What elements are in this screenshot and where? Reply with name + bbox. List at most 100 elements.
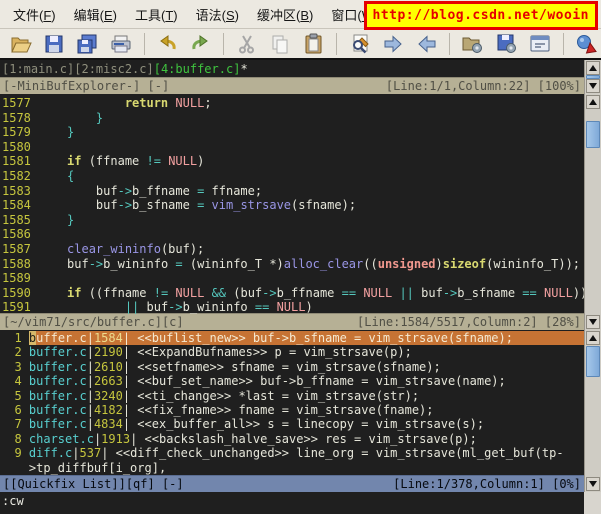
- cut-icon: [235, 32, 259, 56]
- quickfix-list[interactable]: 1 buffer.c|1584| <<buflist_new>> buf->b_…: [0, 330, 584, 475]
- scrollbar-gutter-filler: [584, 492, 601, 514]
- run-script-button[interactable]: [525, 30, 554, 57]
- toolbar-separator: [563, 33, 564, 55]
- minibuf-statusline-left: [-MiniBufExplorer-] [-]: [3, 78, 169, 94]
- print-button[interactable]: [106, 30, 135, 57]
- find-replace-icon: [348, 32, 372, 56]
- quickfix-pane: 1 buffer.c|1584| <<buflist_new>> buf->b_…: [0, 330, 601, 492]
- minibuf-statusline-right: [Line:1/1,Column:22] [100%]: [386, 78, 581, 94]
- quickfix-line[interactable]: 2 buffer.c|2190| <<ExpandBufnames>> p = …: [0, 345, 584, 359]
- arrow-down-icon: [589, 319, 597, 325]
- scrollbar-thumb[interactable]: [586, 346, 600, 377]
- code-text-area[interactable]: 1577 return NULL;1578 }1579 }15801581 if…: [0, 94, 584, 313]
- code-line: 1589: [2, 271, 584, 286]
- url-annotation: http://blog.csdn.net/wooin: [364, 1, 599, 30]
- quickfix-line[interactable]: >tp_diffbuf[i_org],: [0, 461, 584, 475]
- arrow-up-icon: [589, 335, 597, 341]
- cut-button: [232, 30, 261, 57]
- minibuf-scrollbar[interactable]: [584, 60, 601, 94]
- arrow-down-icon: [589, 83, 597, 89]
- scrollbar-thumb[interactable]: [586, 121, 600, 148]
- session-load-icon: [461, 32, 485, 56]
- minibuf-buffer-list[interactable]: [1:main.c][2:misc2.c][4:buffer.c]*: [0, 60, 584, 77]
- code-line: 1590 if ((ffname != NULL && (buf->b_ffna…: [2, 286, 584, 301]
- quickfix-line[interactable]: 6 buffer.c|4182| <<fix_fname>> fname = v…: [0, 403, 584, 417]
- menu-bar: 文件(F)编辑(E)工具(T)语法(S)缓冲区(B)窗口(W)C/C+ http…: [0, 0, 601, 29]
- help-button[interactable]: [572, 30, 601, 57]
- quickfix-line[interactable]: 8 charset.c|1913| <<backslash_halve_save…: [0, 432, 584, 446]
- code-statusline-right: [Line:1584/5517,Column:2] [28%]: [357, 314, 581, 330]
- code-line: 1579 }: [2, 125, 584, 140]
- quickfix-statusline-right: [Line:1/378,Column:1] [0%]: [393, 476, 581, 492]
- minibuf-entry[interactable]: [2:misc2.c]: [74, 62, 153, 76]
- scroll-up-button[interactable]: [586, 61, 600, 75]
- command-line[interactable]: :cw: [0, 492, 584, 514]
- session-save-button[interactable]: [492, 30, 521, 57]
- menu-item-syntax[interactable]: 语法(S): [187, 1, 248, 28]
- quickfix-scrollbar[interactable]: [584, 330, 601, 492]
- find-next-icon: [381, 32, 405, 56]
- minibuf-statusline[interactable]: [-MiniBufExplorer-] [-] [Line:1/1,Column…: [0, 77, 584, 94]
- code-line: 1581 if (ffname != NULL): [2, 154, 584, 169]
- find-next-button[interactable]: [379, 30, 408, 57]
- menu-item-tools[interactable]: 工具(T): [126, 1, 187, 28]
- code-scrollbar[interactable]: [584, 94, 601, 330]
- save-icon: [42, 32, 66, 56]
- quickfix-line[interactable]: 7 buffer.c|4834| <<ex_buffer_all>> s = l…: [0, 417, 584, 431]
- session-save-icon: [495, 32, 519, 56]
- find-replace-button[interactable]: [345, 30, 374, 57]
- toolbar-separator: [144, 33, 145, 55]
- redo-icon: [189, 32, 213, 56]
- quickfix-line[interactable]: 9 diff.c|537| <<diff_check_unchanged>> l…: [0, 446, 584, 460]
- toolbar-separator: [223, 33, 224, 55]
- save-all-button[interactable]: [73, 30, 102, 57]
- code-line: 1588 buf->b_wininfo = (wininfo_T *)alloc…: [2, 257, 584, 272]
- find-prev-button[interactable]: [412, 30, 441, 57]
- code-line: 1584 buf->b_sfname = vim_strsave(sfname)…: [2, 198, 584, 213]
- undo-button[interactable]: [152, 30, 181, 57]
- arrow-down-icon: [589, 481, 597, 487]
- code-statusline-left: [~/vim71/src/buffer.c][c]: [3, 314, 184, 330]
- menu-item-buffers[interactable]: 缓冲区(B): [248, 1, 322, 28]
- arrow-up-icon: [589, 99, 597, 105]
- url-annotation-text: http://blog.csdn.net/wooin: [373, 8, 590, 23]
- save-button[interactable]: [39, 30, 68, 57]
- help-icon: [574, 32, 598, 56]
- gvim-window: 文件(F)编辑(E)工具(T)语法(S)缓冲区(B)窗口(W)C/C+ http…: [0, 0, 601, 514]
- quickfix-line[interactable]: 5 buffer.c|3240| <<ti_change>> *last = v…: [0, 389, 584, 403]
- quickfix-line[interactable]: 3 buffer.c|2610| <<setfname>> sfname = v…: [0, 360, 584, 374]
- code-line: 1586: [2, 227, 584, 242]
- scroll-down-button[interactable]: [586, 79, 600, 93]
- quickfix-line[interactable]: 4 buffer.c|2663| <<buf_set_name>> buf->b…: [0, 374, 584, 388]
- minibuf-entry[interactable]: [4:buffer.c]: [154, 62, 241, 76]
- code-line: 1587 clear_wininfo(buf);: [2, 242, 584, 257]
- code-statusline[interactable]: [~/vim71/src/buffer.c][c] [Line:1584/551…: [0, 313, 584, 330]
- paste-button[interactable]: [299, 30, 328, 57]
- menu-item-edit[interactable]: 编辑(E): [65, 1, 126, 28]
- redo-button[interactable]: [186, 30, 215, 57]
- quickfix-statusline[interactable]: [[Quickfix List]][qf] [-] [Line:1/378,Co…: [0, 475, 584, 492]
- minibuf-entry[interactable]: *: [240, 62, 247, 76]
- code-line: 1577 return NULL;: [2, 96, 584, 111]
- open-folder-icon: [9, 32, 33, 56]
- arrow-up-icon: [589, 65, 597, 71]
- quickfix-line-selected[interactable]: 1 buffer.c|1584| <<buflist_new>> buf->b_…: [0, 331, 584, 345]
- session-load-button[interactable]: [458, 30, 487, 57]
- code-line: 1582 {: [2, 169, 584, 184]
- scroll-up-button[interactable]: [586, 331, 600, 345]
- code-line: 1585 }: [2, 213, 584, 228]
- toolbar-separator: [449, 33, 450, 55]
- copy-button: [266, 30, 295, 57]
- code-line: 1583 buf->b_ffname = ffname;: [2, 184, 584, 199]
- menu-item-file[interactable]: 文件(F): [4, 1, 65, 28]
- scroll-up-button[interactable]: [586, 95, 600, 109]
- open-folder-button[interactable]: [6, 30, 35, 57]
- print-icon: [109, 32, 133, 56]
- scroll-down-button[interactable]: [586, 315, 600, 329]
- minibuf-pane: [1:main.c][2:misc2.c][4:buffer.c]* [-Min…: [0, 60, 601, 94]
- code-line: 1580: [2, 140, 584, 155]
- scroll-down-button[interactable]: [586, 477, 600, 491]
- quickfix-statusline-left: [[Quickfix List]][qf] [-]: [3, 476, 184, 492]
- minibuf-entry[interactable]: [1:main.c]: [2, 62, 74, 76]
- run-script-icon: [528, 32, 552, 56]
